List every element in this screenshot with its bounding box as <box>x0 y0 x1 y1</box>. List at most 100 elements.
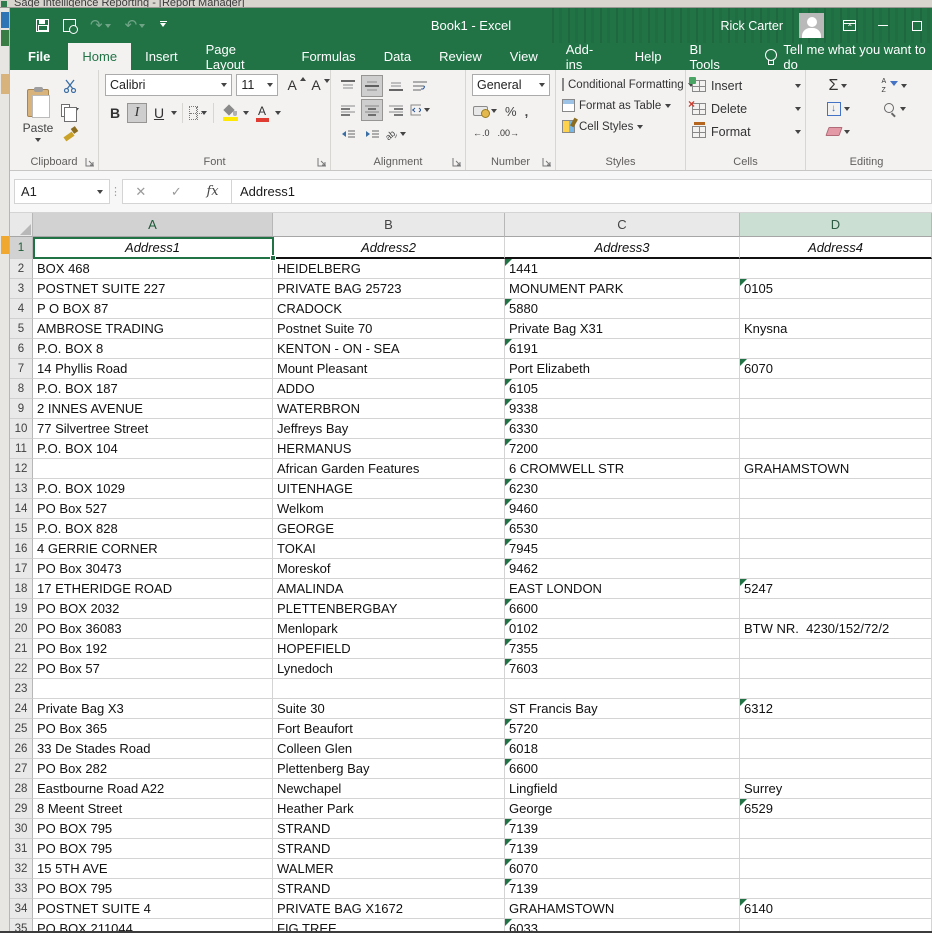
fill-button[interactable]: ↓ <box>812 101 864 117</box>
cell-a14[interactable]: PO Box 527 <box>33 499 273 519</box>
cell-d6[interactable] <box>740 339 932 359</box>
cut-button[interactable] <box>60 76 80 96</box>
cell-c20[interactable]: 0102 <box>505 619 740 639</box>
cell-a34[interactable]: POSTNET SUITE 4 <box>33 899 273 919</box>
cell-a25[interactable]: PO Box 365 <box>33 719 273 739</box>
row-header-24[interactable]: 24 <box>10 699 33 719</box>
decrease-decimal-button[interactable]: .00→ <box>497 127 521 139</box>
cell-b27[interactable]: Plettenberg Bay <box>273 759 505 779</box>
autosum-button[interactable]: Σ <box>812 77 864 95</box>
tab-data[interactable]: Data <box>370 43 425 70</box>
cell-a32[interactable]: 15 5TH AVE <box>33 859 273 879</box>
cell-d1[interactable]: Address4 <box>740 237 932 259</box>
maximize-button[interactable] <box>908 17 926 35</box>
cell-c3[interactable]: MONUMENT PARK <box>505 279 740 299</box>
avatar[interactable] <box>799 13 824 38</box>
font-name-combobox[interactable]: Calibri <box>105 74 232 96</box>
cell-a29[interactable]: 8 Meent Street <box>33 799 273 819</box>
cell-d21[interactable] <box>740 639 932 659</box>
cell-a33[interactable]: PO BOX 795 <box>33 879 273 899</box>
format-cells-button[interactable]: Format <box>692 120 801 143</box>
tab-formulas[interactable]: Formulas <box>288 43 370 70</box>
underline-button[interactable]: U <box>149 103 169 123</box>
cell-b31[interactable]: STRAND <box>273 839 505 859</box>
insert-cells-button[interactable]: Insert <box>692 74 801 97</box>
row-header-2[interactable]: 2 <box>10 259 33 279</box>
cell-a20[interactable]: PO Box 36083 <box>33 619 273 639</box>
cell-d32[interactable] <box>740 859 932 879</box>
bold-button[interactable]: B <box>105 103 125 123</box>
cell-d2[interactable] <box>740 259 932 279</box>
tell-me-box[interactable]: Tell me what you want to do <box>764 43 932 70</box>
format-as-table-button[interactable]: Format as Table <box>562 95 681 116</box>
cell-b16[interactable]: TOKAI <box>273 539 505 559</box>
number-format-combobox[interactable]: General <box>472 74 550 96</box>
font-color-button[interactable]: A <box>251 102 273 124</box>
cell-c11[interactable]: 7200 <box>505 439 740 459</box>
alignment-dialog-launcher[interactable] <box>452 157 462 167</box>
cell-c32[interactable]: 6070 <box>505 859 740 879</box>
cell-c15[interactable]: 6530 <box>505 519 740 539</box>
cell-b19[interactable]: PLETTENBERGBAY <box>273 599 505 619</box>
column-header-b[interactable]: B <box>273 213 505 237</box>
cell-d10[interactable] <box>740 419 932 439</box>
cell-c28[interactable]: Lingfield <box>505 779 740 799</box>
cell-c33[interactable]: 7139 <box>505 879 740 899</box>
decrease-indent-button[interactable] <box>337 123 359 145</box>
cell-b26[interactable]: Colleen Glen <box>273 739 505 759</box>
row-header-31[interactable]: 31 <box>10 839 33 859</box>
cell-b23[interactable] <box>273 679 505 699</box>
cell-b15[interactable]: GEORGE <box>273 519 505 539</box>
cell-d4[interactable] <box>740 299 932 319</box>
tab-bi-tools[interactable]: BI Tools <box>675 43 746 70</box>
cell-a1[interactable]: Address1 <box>33 237 273 259</box>
cell-styles-button[interactable]: Cell Styles <box>562 116 681 137</box>
cell-c13[interactable]: 6230 <box>505 479 740 499</box>
cell-a27[interactable]: PO Box 282 <box>33 759 273 779</box>
row-header-23[interactable]: 23 <box>10 679 33 699</box>
cell-c5[interactable]: Private Bag X31 <box>505 319 740 339</box>
name-box[interactable]: A1 <box>14 179 110 204</box>
cell-d12[interactable]: GRAHAMSTOWN <box>740 459 932 479</box>
cell-b3[interactable]: PRIVATE BAG 25723 <box>273 279 505 299</box>
cell-a16[interactable]: 4 GERRIE CORNER <box>33 539 273 559</box>
cell-c23[interactable] <box>505 679 740 699</box>
cell-d16[interactable] <box>740 539 932 559</box>
cell-b34[interactable]: PRIVATE BAG X1672 <box>273 899 505 919</box>
format-painter-button[interactable] <box>60 124 80 144</box>
cell-b33[interactable]: STRAND <box>273 879 505 899</box>
italic-button[interactable]: I <box>127 103 147 123</box>
cell-a23[interactable] <box>33 679 273 699</box>
cell-a21[interactable]: PO Box 192 <box>33 639 273 659</box>
delete-cells-button[interactable]: Delete <box>692 97 801 120</box>
tab-page-layout[interactable]: Page Layout <box>192 43 288 70</box>
row-header-28[interactable]: 28 <box>10 779 33 799</box>
accounting-format-button[interactable] <box>472 105 498 117</box>
cell-a5[interactable]: AMBROSE TRADING <box>33 319 273 339</box>
cell-d17[interactable] <box>740 559 932 579</box>
cell-c8[interactable]: 6105 <box>505 379 740 399</box>
row-header-4[interactable]: 4 <box>10 299 33 319</box>
row-header-5[interactable]: 5 <box>10 319 33 339</box>
cell-d14[interactable] <box>740 499 932 519</box>
cell-a28[interactable]: Eastbourne Road A22 <box>33 779 273 799</box>
cell-b22[interactable]: Lynedoch <box>273 659 505 679</box>
tab-review[interactable]: Review <box>425 43 496 70</box>
align-center-button[interactable] <box>361 99 383 121</box>
cell-a30[interactable]: PO BOX 795 <box>33 819 273 839</box>
cell-b24[interactable]: Suite 30 <box>273 699 505 719</box>
cell-c10[interactable]: 6330 <box>505 419 740 439</box>
cell-b13[interactable]: UITENHAGE <box>273 479 505 499</box>
cell-b30[interactable]: STRAND <box>273 819 505 839</box>
enter-button[interactable]: ✓ <box>171 184 182 200</box>
row-header-18[interactable]: 18 <box>10 579 33 599</box>
align-middle-button[interactable] <box>361 75 383 97</box>
find-select-button[interactable] <box>868 101 920 117</box>
row-header-25[interactable]: 25 <box>10 719 33 739</box>
row-header-1[interactable]: 1 <box>10 237 33 259</box>
cell-d26[interactable] <box>740 739 932 759</box>
percent-style-button[interactable]: % <box>504 103 518 120</box>
cell-b5[interactable]: Postnet Suite 70 <box>273 319 505 339</box>
cell-d13[interactable] <box>740 479 932 499</box>
print-preview-button[interactable] <box>63 19 76 32</box>
